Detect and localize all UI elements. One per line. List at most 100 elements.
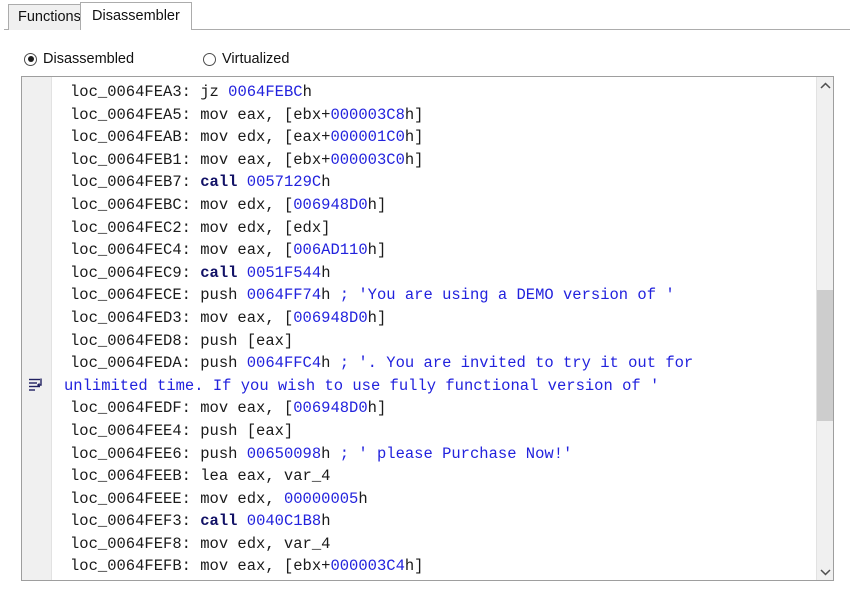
token-num: 00650098 <box>246 444 322 463</box>
chevron-down-icon <box>820 568 831 575</box>
disassembly-line[interactable]: loc_0064FEAB: mov edx, [eax+000001C0h] <box>52 126 815 149</box>
token-pln: loc_0064FEC2: mov edx, [edx] <box>70 218 331 237</box>
disassembly-line[interactable]: loc_0064FEEB: lea eax, var_4 <box>52 465 815 488</box>
tab-strip: Functions Disassembler <box>4 2 850 31</box>
token-num: 0057129C <box>246 173 322 192</box>
token-pln: h <box>321 286 340 305</box>
token-pln: h] <box>404 557 424 576</box>
token-pln: loc_0064FEEE: mov edx, <box>70 489 284 508</box>
disassembly-pane[interactable]: loc_0064FEA3: jz 0064FEBCh loc_0064FEA5: … <box>21 76 834 581</box>
token-num: 006948D0 <box>293 195 368 214</box>
disassembly-line[interactable]: loc_0064FED8: push [eax] <box>52 330 815 353</box>
disassembly-line[interactable]: loc_0064FED3: mov eax, [006948D0h] <box>52 307 815 330</box>
token-pln: loc_0064FEB1: mov eax, [ebx+ <box>70 150 331 169</box>
disassembly-line[interactable]: loc_0064FEA3: jz 0064FEBCh <box>52 81 815 104</box>
token-pln: loc_0064FEC4: mov eax, [ <box>70 241 294 260</box>
disassembly-line[interactable]: loc_0064FEA5: mov eax, [ebx+000003C8h] <box>52 104 815 127</box>
disassembly-line-list: loc_0064FEA3: jz 0064FEBCh loc_0064FEA5: … <box>52 81 815 580</box>
token-pln: loc_0064FEF8: mov edx, var_4 <box>70 534 331 553</box>
token-kw: call <box>200 512 238 531</box>
vertical-scrollbar[interactable] <box>816 77 833 580</box>
disassembly-line[interactable]: loc_0064FEBC: mov edx, [006948D0h] <box>52 194 815 217</box>
disassembly-line[interactable]: loc_0064FEB1: mov eax, [ebx+000003C0h] <box>52 149 815 172</box>
token-num: 006948D0 <box>293 399 368 418</box>
token-num: 0064FEBC <box>228 83 303 101</box>
disassembly-line[interactable]: loc_0064FF01: call 0051F544h <box>52 578 815 580</box>
token-pln: loc_0064FEFB: mov eax, [ebx+ <box>70 557 331 576</box>
token-pln: h] <box>404 150 424 169</box>
token-pln: loc_0064FEA5: mov eax, [ebx+ <box>70 105 331 124</box>
disassembly-line[interactable]: loc_0064FEB7: call 0057129Ch <box>52 171 815 194</box>
token-num: 0064FF74 <box>246 286 322 305</box>
token-pln: loc_0064FED3: mov eax, [ <box>70 308 294 327</box>
token-pln: h <box>321 263 331 282</box>
token-pln <box>237 264 246 282</box>
disassembly-line-wrapped[interactable]: unlimited time. If you wish to use fully… <box>52 375 815 398</box>
token-str: ; '. You are invited to try it out for <box>339 354 694 373</box>
token-kw: call <box>200 173 238 192</box>
token-pln: h <box>321 444 340 463</box>
token-pln: h <box>302 83 312 101</box>
disassembly-line[interactable]: loc_0064FECE: push 0064FF74h ; 'You are … <box>52 284 815 307</box>
tab-functions[interactable]: Functions <box>8 4 91 30</box>
token-pln: loc_0064FEE6: push <box>70 444 247 463</box>
disassembler-window: Functions Disassembler Disassembled Virt… <box>0 0 854 601</box>
token-str: ; ' please Purchase Now!' <box>339 444 573 463</box>
token-num: 000003C0 <box>330 150 405 169</box>
token-pln: loc_0064FEDF: mov eax, [ <box>70 399 294 418</box>
radio-virtualized[interactable]: Virtualized <box>203 48 289 70</box>
radio-disassembled[interactable]: Disassembled <box>24 48 134 70</box>
token-pln: loc_0064FEA3: jz <box>70 83 229 101</box>
token-pln: h <box>321 173 331 192</box>
token-num: 000003C4 <box>330 557 405 576</box>
disassembly-line[interactable]: loc_0064FEE6: push 00650098h ; ' please … <box>52 443 815 466</box>
token-pln: loc_0064FED8: push [eax] <box>70 331 294 350</box>
disassembly-line[interactable]: loc_0064FEF3: call 0040C1B8h <box>52 510 815 533</box>
token-pln: loc_0064FEBC: mov edx, [ <box>70 195 294 214</box>
token-pln: loc_0064FEEB: lea eax, var_4 <box>70 467 331 486</box>
token-num: 000001C0 <box>330 128 405 147</box>
disassembly-line[interactable]: loc_0064FEC2: mov edx, [edx] <box>52 217 815 240</box>
disassembly-line[interactable]: loc_0064FEDF: mov eax, [006948D0h] <box>52 397 815 420</box>
token-pln: h] <box>404 105 424 124</box>
scroll-up-button[interactable] <box>817 77 833 94</box>
active-tab-filler <box>81 29 183 31</box>
token-pln <box>237 512 246 530</box>
chevron-up-icon <box>820 82 831 89</box>
line-gutter <box>22 77 52 580</box>
token-num: 006948D0 <box>293 308 368 327</box>
token-pln: loc_0064FEC9: <box>70 263 201 282</box>
token-pln: loc_0064FEF3: <box>70 512 201 531</box>
token-pln: loc_0064FECE: push <box>70 286 247 305</box>
token-num: 0040C1B8 <box>246 512 322 531</box>
disassembly-line[interactable]: loc_0064FEDA: push 0064FFC4h ; '. You ar… <box>52 352 815 375</box>
token-pln: loc_0064FEE4: push [eax] <box>70 421 294 440</box>
disassembly-text-area[interactable]: loc_0064FEA3: jz 0064FEBCh loc_0064FEA5: … <box>52 77 815 580</box>
disassembly-line[interactable]: loc_0064FEEE: mov edx, 00000005h <box>52 488 815 511</box>
disassembly-line[interactable]: loc_0064FEC9: call 0051F544h <box>52 262 815 285</box>
radio-virtualized-label: Virtualized <box>222 51 290 67</box>
disassembly-line[interactable]: loc_0064FEC4: mov eax, [006AD110h] <box>52 239 815 262</box>
tab-disassembler[interactable]: Disassembler <box>80 2 192 30</box>
token-pln: loc_0064FEB7: <box>70 173 201 192</box>
word-wrap-continuation-icon <box>28 377 46 393</box>
token-pln: h <box>321 354 340 373</box>
token-str: ; 'You are using a DEMO version of ' <box>339 286 675 305</box>
radio-virtualized-indicator <box>203 52 216 66</box>
token-num: 0064FFC4 <box>246 354 322 373</box>
token-kw: call <box>200 263 238 282</box>
token-pln: h] <box>367 195 387 214</box>
radio-disassembled-label: Disassembled <box>43 51 135 67</box>
scroll-down-button[interactable] <box>817 563 833 580</box>
disassembly-line[interactable]: loc_0064FEFB: mov eax, [ebx+000003C4h] <box>52 555 815 578</box>
disassembly-line[interactable]: loc_0064FEE4: push [eax] <box>52 420 815 443</box>
token-num: 00000005 <box>283 489 359 508</box>
disassembly-line[interactable]: loc_0064FEF8: mov edx, var_4 <box>52 533 815 556</box>
scrollbar-thumb[interactable] <box>817 290 833 421</box>
token-num: 006AD110 <box>293 241 368 260</box>
token-pln: loc_0064FEDA: push <box>70 354 247 373</box>
view-mode-radio-group: Disassembled Virtualized <box>0 48 854 72</box>
token-pln: h] <box>367 399 387 418</box>
token-str: unlimited time. If you wish to use fully… <box>64 376 660 395</box>
token-pln: h <box>321 512 331 531</box>
